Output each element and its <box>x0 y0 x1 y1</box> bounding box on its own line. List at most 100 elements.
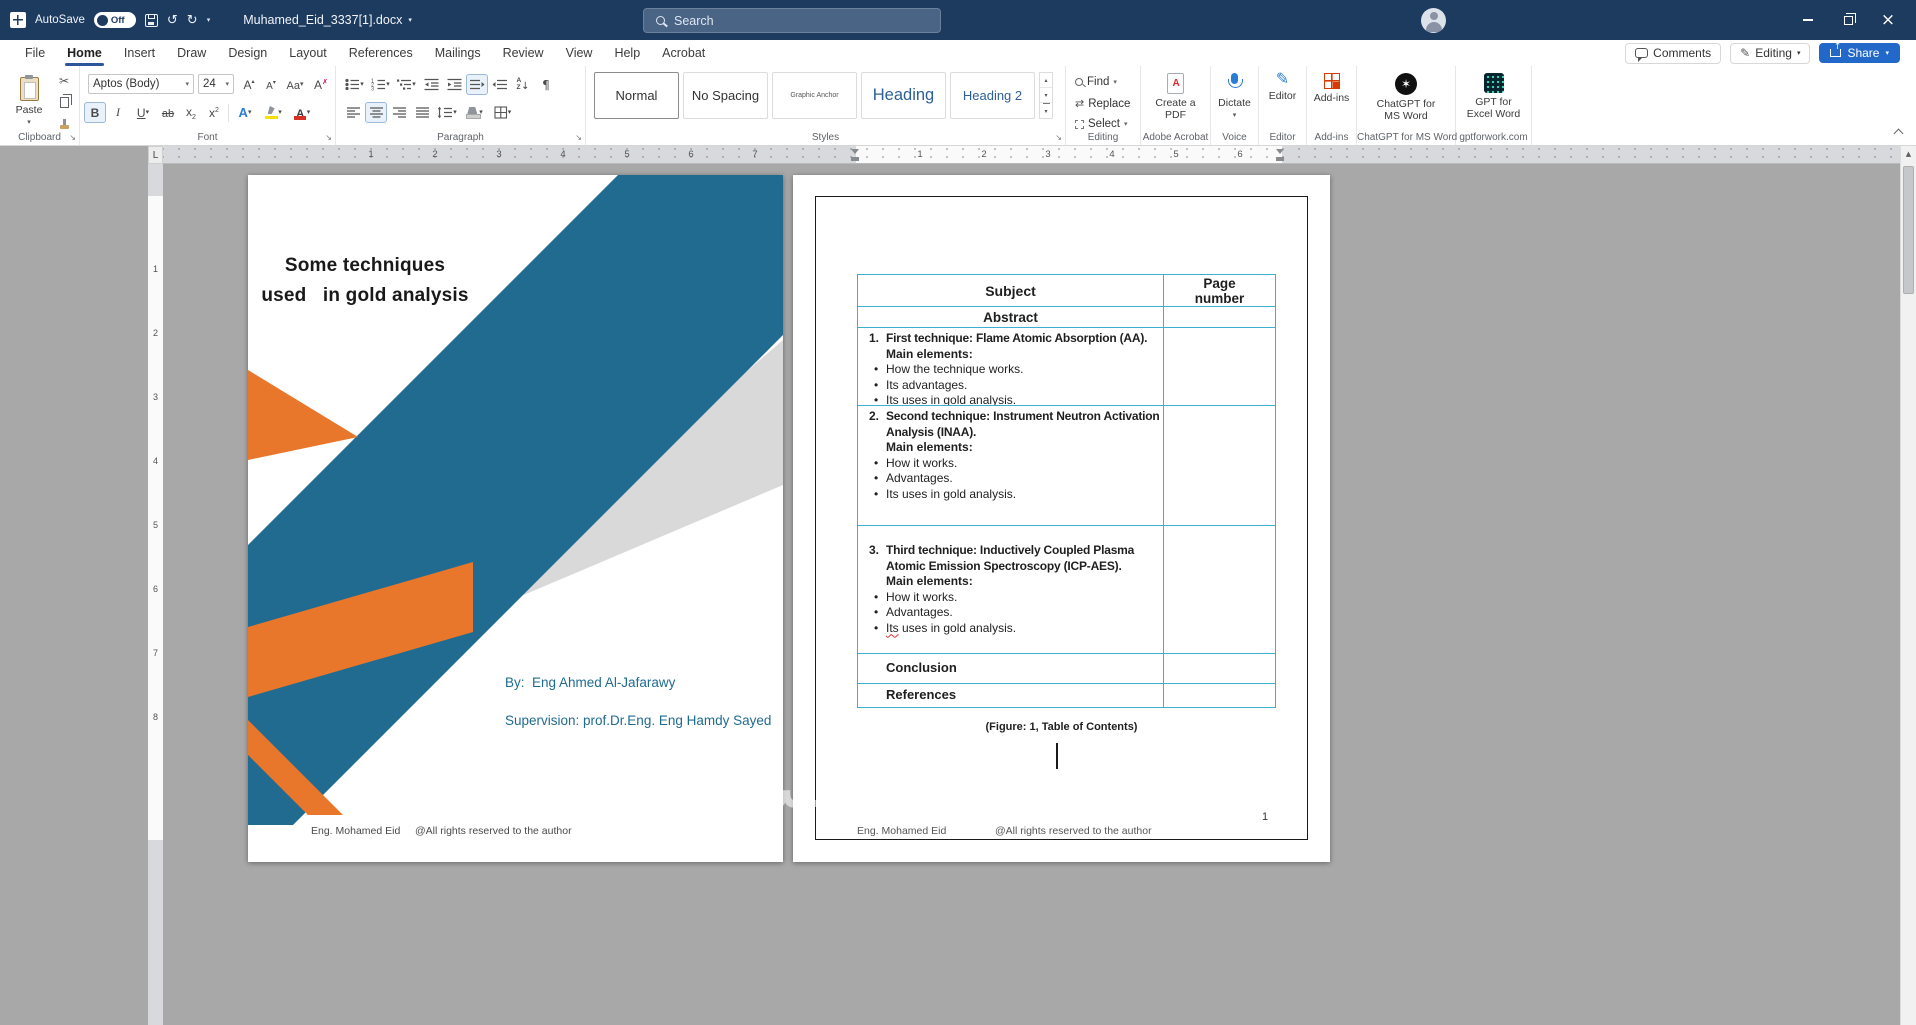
select-button[interactable]: Select ▾ <box>1075 118 1127 130</box>
references-cell[interactable]: References <box>858 684 1163 707</box>
dictate-button[interactable]: Dictate ▾ <box>1211 66 1258 130</box>
style-normal[interactable]: Normal <box>594 72 679 119</box>
app-icon[interactable] <box>10 12 26 28</box>
footer-rights[interactable]: @All rights reserved to the author <box>995 825 1152 837</box>
table-row[interactable]: Conclusion <box>858 653 1275 683</box>
scrollbar-thumb[interactable] <box>1903 166 1914 294</box>
table-header-row[interactable]: Subject Page number <box>858 275 1275 306</box>
gallery-down-icon[interactable]: ▾ <box>1040 88 1052 103</box>
shading-button[interactable]: ▾ <box>461 102 488 123</box>
font-size-combo[interactable]: 24 ▾ <box>198 74 234 94</box>
clear-formatting-button[interactable] <box>310 74 332 95</box>
copy-button[interactable] <box>53 92 75 113</box>
align-left-button[interactable] <box>342 102 364 123</box>
bold-button[interactable] <box>84 102 106 123</box>
toc-page[interactable]: Subject Page number Abstract 1. First tec… <box>793 175 1330 862</box>
align-right-button[interactable] <box>388 102 410 123</box>
font-color-button[interactable]: ▾ <box>288 102 316 123</box>
justify-button[interactable] <box>411 102 433 123</box>
collapse-ribbon-icon[interactable] <box>1893 128 1904 139</box>
increase-indent-button[interactable] <box>443 74 465 95</box>
font-name-combo[interactable]: Aptos (Body) ▾ <box>88 74 194 94</box>
scroll-up-icon[interactable]: ▲ <box>1901 146 1916 162</box>
tab-home[interactable]: Home <box>56 40 113 66</box>
vertical-scrollbar[interactable]: ▲ <box>1900 146 1916 1025</box>
gpt-excel-word-button[interactable]: GPT for Excel Word <box>1456 66 1531 130</box>
text-effects-button[interactable]: ▾ <box>232 102 258 123</box>
footer-name[interactable]: Eng. Mohamed Eid <box>857 825 946 837</box>
table-row[interactable]: Abstract <box>858 306 1275 327</box>
quick-access-chevron-icon[interactable]: ▾ <box>207 16 211 24</box>
tab-help[interactable]: Help <box>603 40 651 66</box>
style-no-spacing[interactable]: No Spacing <box>683 72 768 119</box>
tab-references[interactable]: References <box>338 40 424 66</box>
tab-design[interactable]: Design <box>217 40 278 66</box>
addins-button[interactable]: Add-ins <box>1307 66 1356 130</box>
highlight-button[interactable]: ▾ <box>259 102 287 123</box>
gallery-up-icon[interactable]: ▴ <box>1040 73 1052 88</box>
undo-icon[interactable]: ↺ <box>167 14 178 27</box>
cover-supervision-line[interactable]: Supervision: prof.Dr.Eng. Eng Hamdy Saye… <box>505 713 771 728</box>
comments-button[interactable]: Comments <box>1625 42 1722 64</box>
tab-draw[interactable]: Draw <box>166 40 217 66</box>
decrease-indent-button[interactable] <box>420 74 442 95</box>
minimize-button[interactable] <box>1788 0 1828 40</box>
autosave-toggle[interactable]: Off <box>93 12 136 28</box>
cover-page[interactable]: Some techniques used in gold analysis By… <box>248 175 783 862</box>
table-row[interactable]: 3. Third technique: Inductively Coupled P… <box>858 525 1275 653</box>
show-marks-button[interactable] <box>535 74 557 95</box>
footer-rights[interactable]: @All rights reserved to the author <box>415 825 572 837</box>
font-dialog-launcher[interactable]: ↘ <box>325 134 332 142</box>
line-spacing-button[interactable]: ▾ <box>434 102 460 123</box>
editor-button[interactable]: Editor <box>1259 66 1306 130</box>
tab-layout[interactable]: Layout <box>278 40 338 66</box>
style-heading-2[interactable]: Heading 2 <box>950 72 1035 119</box>
save-icon[interactable] <box>144 13 158 27</box>
shrink-font-button[interactable] <box>260 74 282 95</box>
align-center-button[interactable] <box>365 102 387 123</box>
cover-author-line[interactable]: By: Eng Ahmed Al-Jafarawy <box>505 675 675 690</box>
share-button[interactable]: Share ▾ <box>1819 42 1900 63</box>
col-header-page-number[interactable]: Page number <box>1163 275 1275 306</box>
horizontal-ruler[interactable]: 1 2 3 4 5 6 7 1 2 3 4 5 6 <box>163 146 1900 164</box>
editing-mode-button[interactable]: Editing ▾ <box>1730 42 1811 64</box>
redo-icon[interactable]: ↻ <box>187 14 198 27</box>
clipboard-dialog-launcher[interactable]: ↘ <box>69 134 76 142</box>
indent-marker[interactable] <box>850 149 859 161</box>
numbering-button[interactable]: 123 ▾ <box>368 74 393 95</box>
create-pdf-button[interactable]: Create a PDF <box>1141 66 1210 130</box>
strikethrough-button[interactable] <box>157 102 179 123</box>
table-row[interactable]: 1. First technique: Flame Atomic Absorpti… <box>858 327 1275 405</box>
chatgpt-button[interactable]: ChatGPT for MS Word <box>1357 66 1455 130</box>
document-title[interactable]: Muhamed_Eid_3337[1].docx ▾ <box>243 13 412 27</box>
tab-acrobat[interactable]: Acrobat <box>651 40 716 66</box>
grow-font-button[interactable] <box>238 74 260 95</box>
style-heading[interactable]: Heading <box>861 72 946 119</box>
superscript-button[interactable] <box>203 102 225 123</box>
tab-file[interactable]: File <box>14 40 56 66</box>
col-header-subject[interactable]: Subject <box>858 275 1163 306</box>
sort-button[interactable] <box>512 74 534 95</box>
toc-table[interactable]: Subject Page number Abstract 1. First tec… <box>857 274 1276 708</box>
cover-title[interactable]: Some techniques used in gold analysis <box>256 251 474 310</box>
page-number[interactable]: 1 <box>1255 811 1275 823</box>
avatar[interactable] <box>1421 8 1446 33</box>
close-button[interactable] <box>1868 0 1908 40</box>
cut-button[interactable] <box>53 70 75 91</box>
gallery-more-icon[interactable]: ▾ <box>1042 103 1050 118</box>
bullets-button[interactable]: ▾ <box>342 74 367 95</box>
table-row[interactable]: References <box>858 683 1275 707</box>
italic-button[interactable] <box>107 102 129 123</box>
ltr-direction-button[interactable] <box>466 74 488 95</box>
find-button[interactable]: Find ▾ <box>1075 76 1117 88</box>
tab-mailings[interactable]: Mailings <box>424 40 492 66</box>
indent-marker[interactable] <box>1275 149 1284 161</box>
conclusion-cell[interactable]: Conclusion <box>858 654 1163 683</box>
tab-stop-selector[interactable]: L <box>148 146 163 164</box>
abstract-cell[interactable]: Abstract <box>858 307 1163 327</box>
rtl-direction-button[interactable] <box>489 74 511 95</box>
replace-button[interactable]: Replace <box>1075 97 1130 110</box>
borders-button[interactable]: ▾ <box>489 102 516 123</box>
multilevel-list-button[interactable]: ▾ <box>394 74 419 95</box>
tab-view[interactable]: View <box>555 40 604 66</box>
